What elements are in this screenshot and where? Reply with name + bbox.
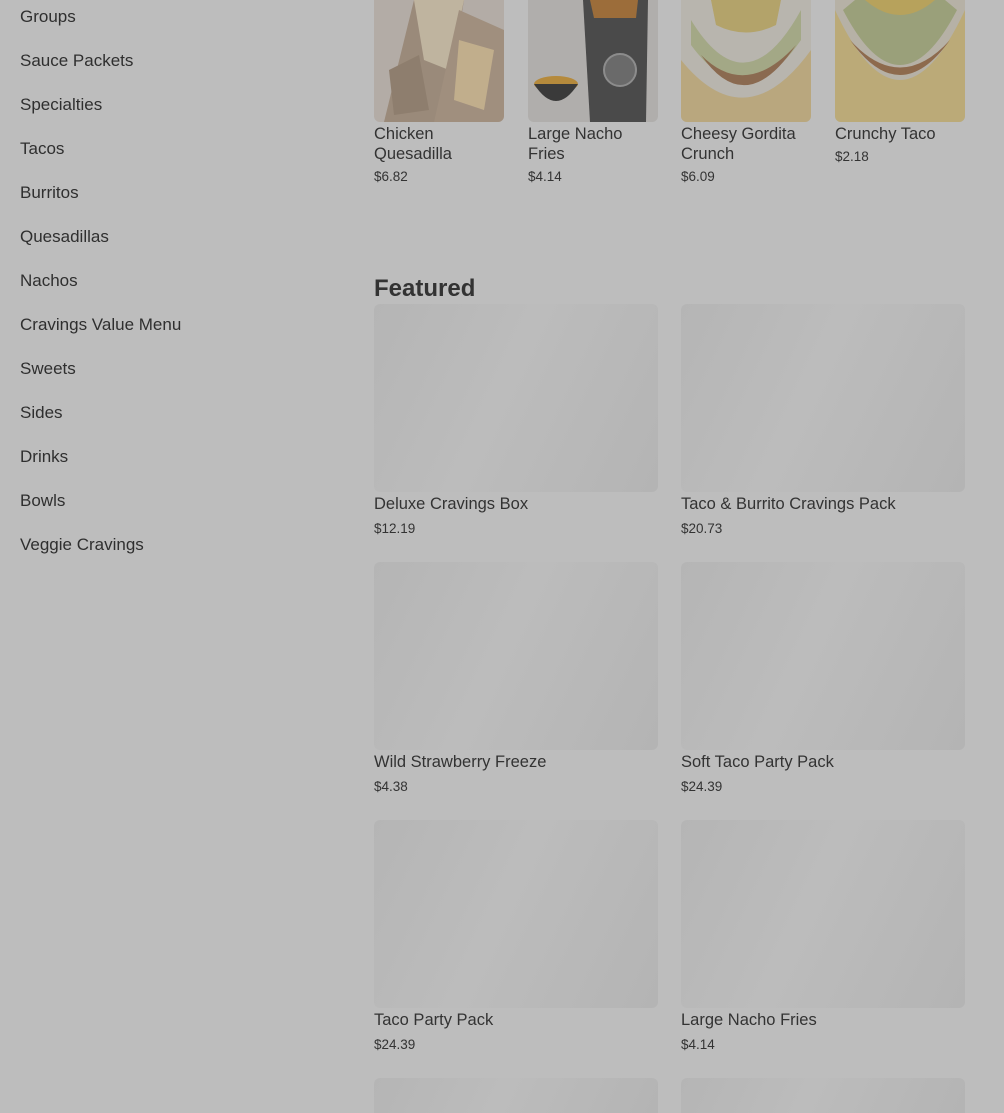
category-specialties[interactable]: Specialties	[20, 95, 102, 115]
category-tacos[interactable]: Tacos	[20, 139, 64, 159]
featured-item-name: Large Nacho Fries	[681, 1011, 817, 1029]
featured-item-price: $4.38	[374, 779, 408, 794]
item-image-placeholder	[374, 304, 658, 492]
featured-item-price: $24.39	[374, 1037, 416, 1052]
category-drinks[interactable]: Drinks	[20, 447, 68, 467]
menu-item-name: Large Nacho Fries	[528, 125, 623, 163]
category-sweets[interactable]: Sweets	[20, 359, 76, 379]
item-image-placeholder	[681, 562, 965, 750]
menu-item-card[interactable]: Chicken Quesadilla $6.82	[374, 0, 504, 184]
category-nachos[interactable]: Nachos	[20, 271, 78, 291]
menu-item-price: $6.09	[681, 169, 715, 184]
menu-item-name: Cheesy Gordita Crunch	[681, 125, 796, 163]
featured-item-price: $20.73	[681, 521, 723, 536]
category-groups[interactable]: Groups	[20, 7, 76, 27]
menu-item-price: $6.82	[374, 169, 408, 184]
large-nacho-fries-image	[528, 0, 658, 122]
featured-item-name: Taco Party Pack	[374, 1011, 494, 1029]
featured-item-card[interactable]: Large Nacho Fries $4.14	[681, 820, 965, 1052]
featured-item-name: Deluxe Cravings Box	[374, 495, 529, 513]
category-cravings-value-menu[interactable]: Cravings Value Menu	[20, 315, 181, 335]
featured-item-name: Wild Strawberry Freeze	[374, 753, 547, 771]
menu-item-price: $2.18	[835, 149, 869, 164]
featured-item-name: Taco & Burrito Cravings Pack	[681, 495, 896, 513]
item-image-placeholder	[681, 1078, 965, 1113]
featured-item-price: $24.39	[681, 779, 723, 794]
menu-item-price: $4.14	[528, 169, 562, 184]
featured-item-card[interactable]: Taco & Burrito Cravings Pack $20.73	[681, 304, 965, 536]
item-image-placeholder	[681, 304, 965, 492]
menu-item-card[interactable]: Cheesy Gordita Crunch $6.09	[681, 0, 811, 184]
menu-item-name: Crunchy Taco	[835, 125, 936, 143]
category-bowls[interactable]: Bowls	[20, 491, 65, 511]
featured-item-card[interactable]: Wild Strawberry Freeze $4.38	[374, 562, 658, 794]
category-sauce-packets[interactable]: Sauce Packets	[20, 51, 133, 71]
category-sidebar: Groups Sauce Packets Specialties Tacos B…	[0, 0, 340, 1113]
item-image-placeholder	[681, 820, 965, 1008]
item-image-placeholder	[374, 1078, 658, 1113]
category-quesadillas[interactable]: Quesadillas	[20, 227, 109, 247]
featured-item-card[interactable]: Taco Party Pack $24.39	[374, 820, 658, 1052]
featured-item-name: Soft Taco Party Pack	[681, 753, 834, 771]
menu-item-name: Chicken Quesadilla	[374, 125, 452, 163]
item-image-placeholder	[374, 820, 658, 1008]
featured-item-card[interactable]	[681, 1078, 965, 1113]
menu-main: Chicken Quesadilla $6.82 Large Nacho Fri…	[374, 0, 994, 1113]
featured-item-card[interactable]	[374, 1078, 658, 1113]
chicken-quesadilla-image	[374, 0, 504, 122]
item-image-placeholder	[374, 562, 658, 750]
category-sides[interactable]: Sides	[20, 403, 63, 423]
menu-item-card[interactable]: Large Nacho Fries $4.14	[528, 0, 658, 184]
featured-item-price: $12.19	[374, 521, 416, 536]
featured-item-card[interactable]: Soft Taco Party Pack $24.39	[681, 562, 965, 794]
category-burritos[interactable]: Burritos	[20, 183, 79, 203]
featured-item-price: $4.14	[681, 1037, 715, 1052]
cheesy-gordita-crunch-image	[681, 0, 811, 122]
crunchy-taco-image	[835, 0, 965, 122]
menu-item-card[interactable]: Crunchy Taco $2.18	[835, 0, 965, 164]
featured-item-card[interactable]: Deluxe Cravings Box $12.19	[374, 304, 658, 536]
category-veggie-cravings[interactable]: Veggie Cravings	[20, 535, 144, 555]
featured-heading: Featured	[374, 274, 476, 302]
